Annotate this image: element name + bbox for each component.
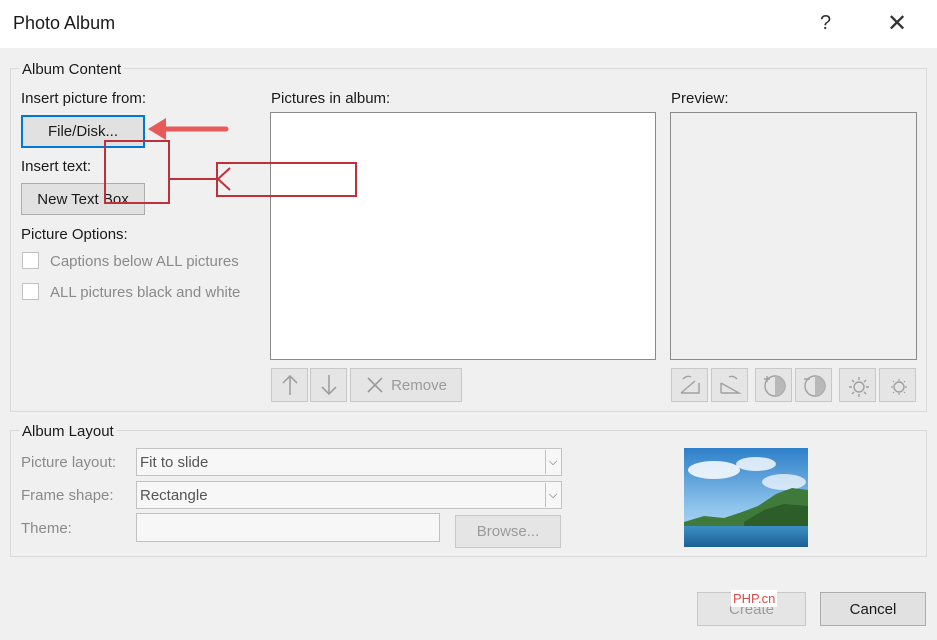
annotation-chevron-icon (216, 167, 231, 191)
annotation-arrow-head-icon (148, 118, 166, 140)
annotation-overlay (148, 118, 231, 191)
